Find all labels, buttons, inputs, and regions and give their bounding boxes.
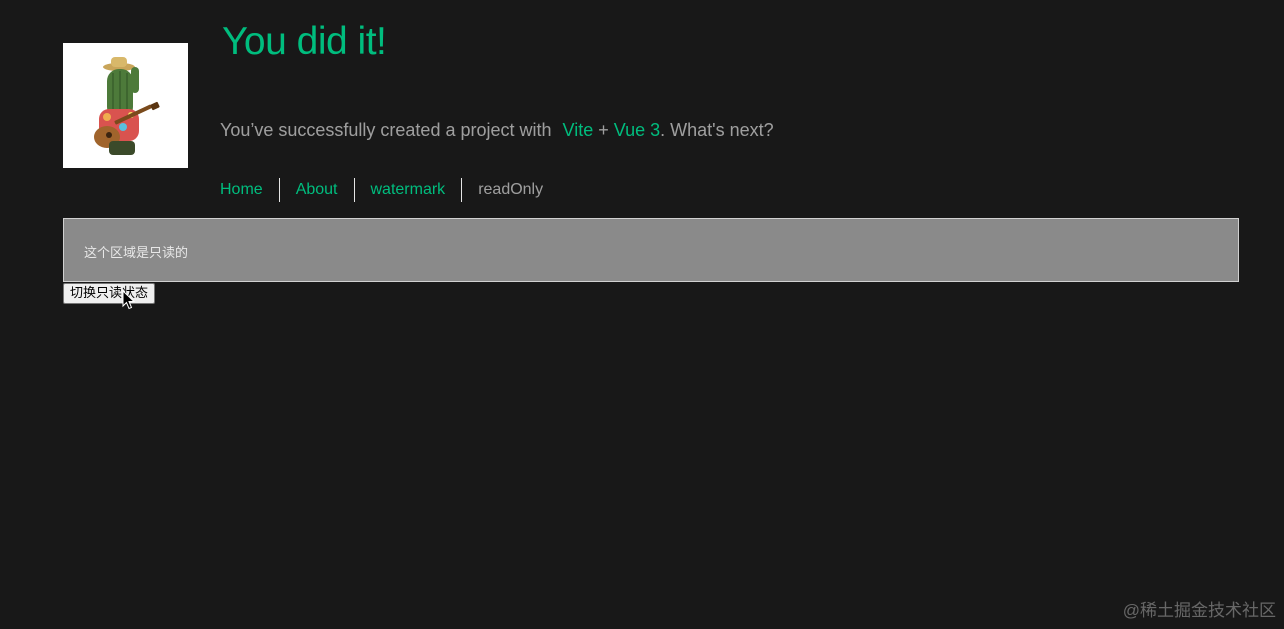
toggle-readonly-button[interactable]: 切换只读状态 <box>63 283 156 304</box>
app-root: You did it! You’ve successfully created … <box>0 0 1284 629</box>
nav-item-home[interactable]: Home <box>220 178 279 202</box>
plus-sign: + <box>598 120 609 140</box>
page-title: You did it! <box>222 20 387 63</box>
logo <box>63 43 188 168</box>
subtitle-suffix: . What's next? <box>660 120 774 140</box>
cactus-guitar-logo-icon <box>63 43 188 168</box>
vite-link[interactable]: Vite <box>563 120 594 140</box>
mouse-cursor-icon <box>122 290 136 310</box>
main-nav: Home About watermark readOnly <box>220 178 559 202</box>
readonly-text: 这个区域是只读的 <box>84 245 189 260</box>
watermark-text: @稀土掘金技术社区 <box>1122 601 1276 620</box>
subtitle-prefix: You’ve successfully created a project wi… <box>220 120 552 140</box>
nav-item-readonly[interactable]: readOnly <box>461 178 559 202</box>
page-subtitle: You’ve successfully created a project wi… <box>220 120 774 141</box>
readonly-area: 这个区域是只读的 <box>63 218 1239 282</box>
nav-item-watermark[interactable]: watermark <box>353 178 462 202</box>
vue-link[interactable]: Vue 3 <box>614 120 660 140</box>
nav-item-about[interactable]: About <box>278 178 354 202</box>
